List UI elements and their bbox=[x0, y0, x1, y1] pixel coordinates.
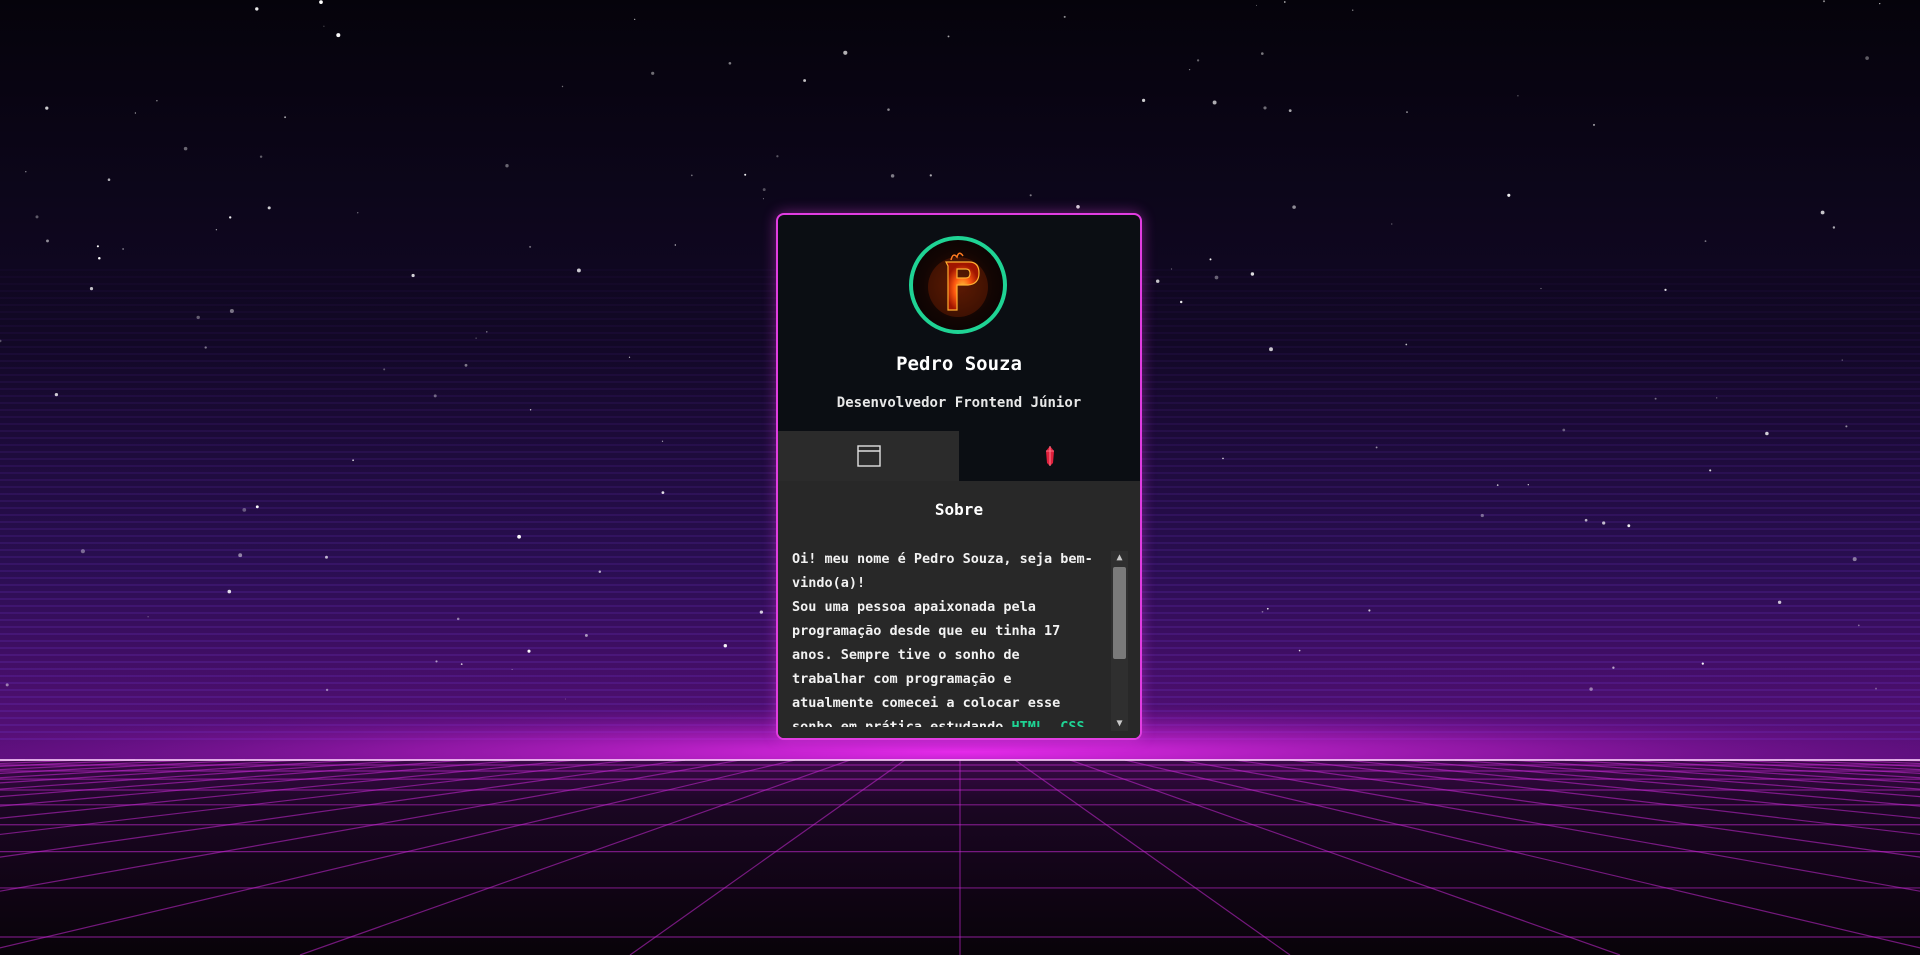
profile-role: Desenvolvedor Frontend Júnior bbox=[836, 395, 1082, 411]
scroll-down-icon[interactable]: ▼ bbox=[1111, 717, 1128, 731]
profile-card: Pedro Souza Desenvolvedor Frontend Júnio… bbox=[776, 213, 1142, 740]
gem-crystal-icon bbox=[1045, 446, 1054, 466]
about-body: Sou uma pessoa apaixonada pela programaç… bbox=[792, 599, 1061, 727]
scrollbar[interactable]: ▲ ▼ bbox=[1111, 551, 1128, 731]
scrollbar-thumb[interactable] bbox=[1113, 567, 1126, 659]
flaming-letter-p-icon bbox=[928, 252, 988, 317]
about-text: Oi! meu nome é Pedro Souza, seja bem-vin… bbox=[792, 547, 1100, 727]
tab-about[interactable] bbox=[778, 431, 959, 481]
profile-name: Pedro Souza bbox=[896, 353, 1022, 375]
about-scroll-area[interactable]: Oi! meu nome é Pedro Souza, seja bem-vin… bbox=[792, 547, 1100, 727]
about-greeting: Oi! meu nome é Pedro Souza, seja bem-vin… bbox=[792, 551, 1093, 591]
browser-window-icon bbox=[856, 445, 881, 467]
tab-skills[interactable] bbox=[959, 431, 1140, 481]
avatar bbox=[909, 236, 1007, 334]
scroll-up-icon[interactable]: ▲ bbox=[1111, 551, 1128, 565]
tab-bar bbox=[778, 431, 1140, 481]
about-panel: Sobre Oi! meu nome é Pedro Souza, seja b… bbox=[778, 481, 1140, 738]
section-title: Sobre bbox=[934, 500, 984, 519]
